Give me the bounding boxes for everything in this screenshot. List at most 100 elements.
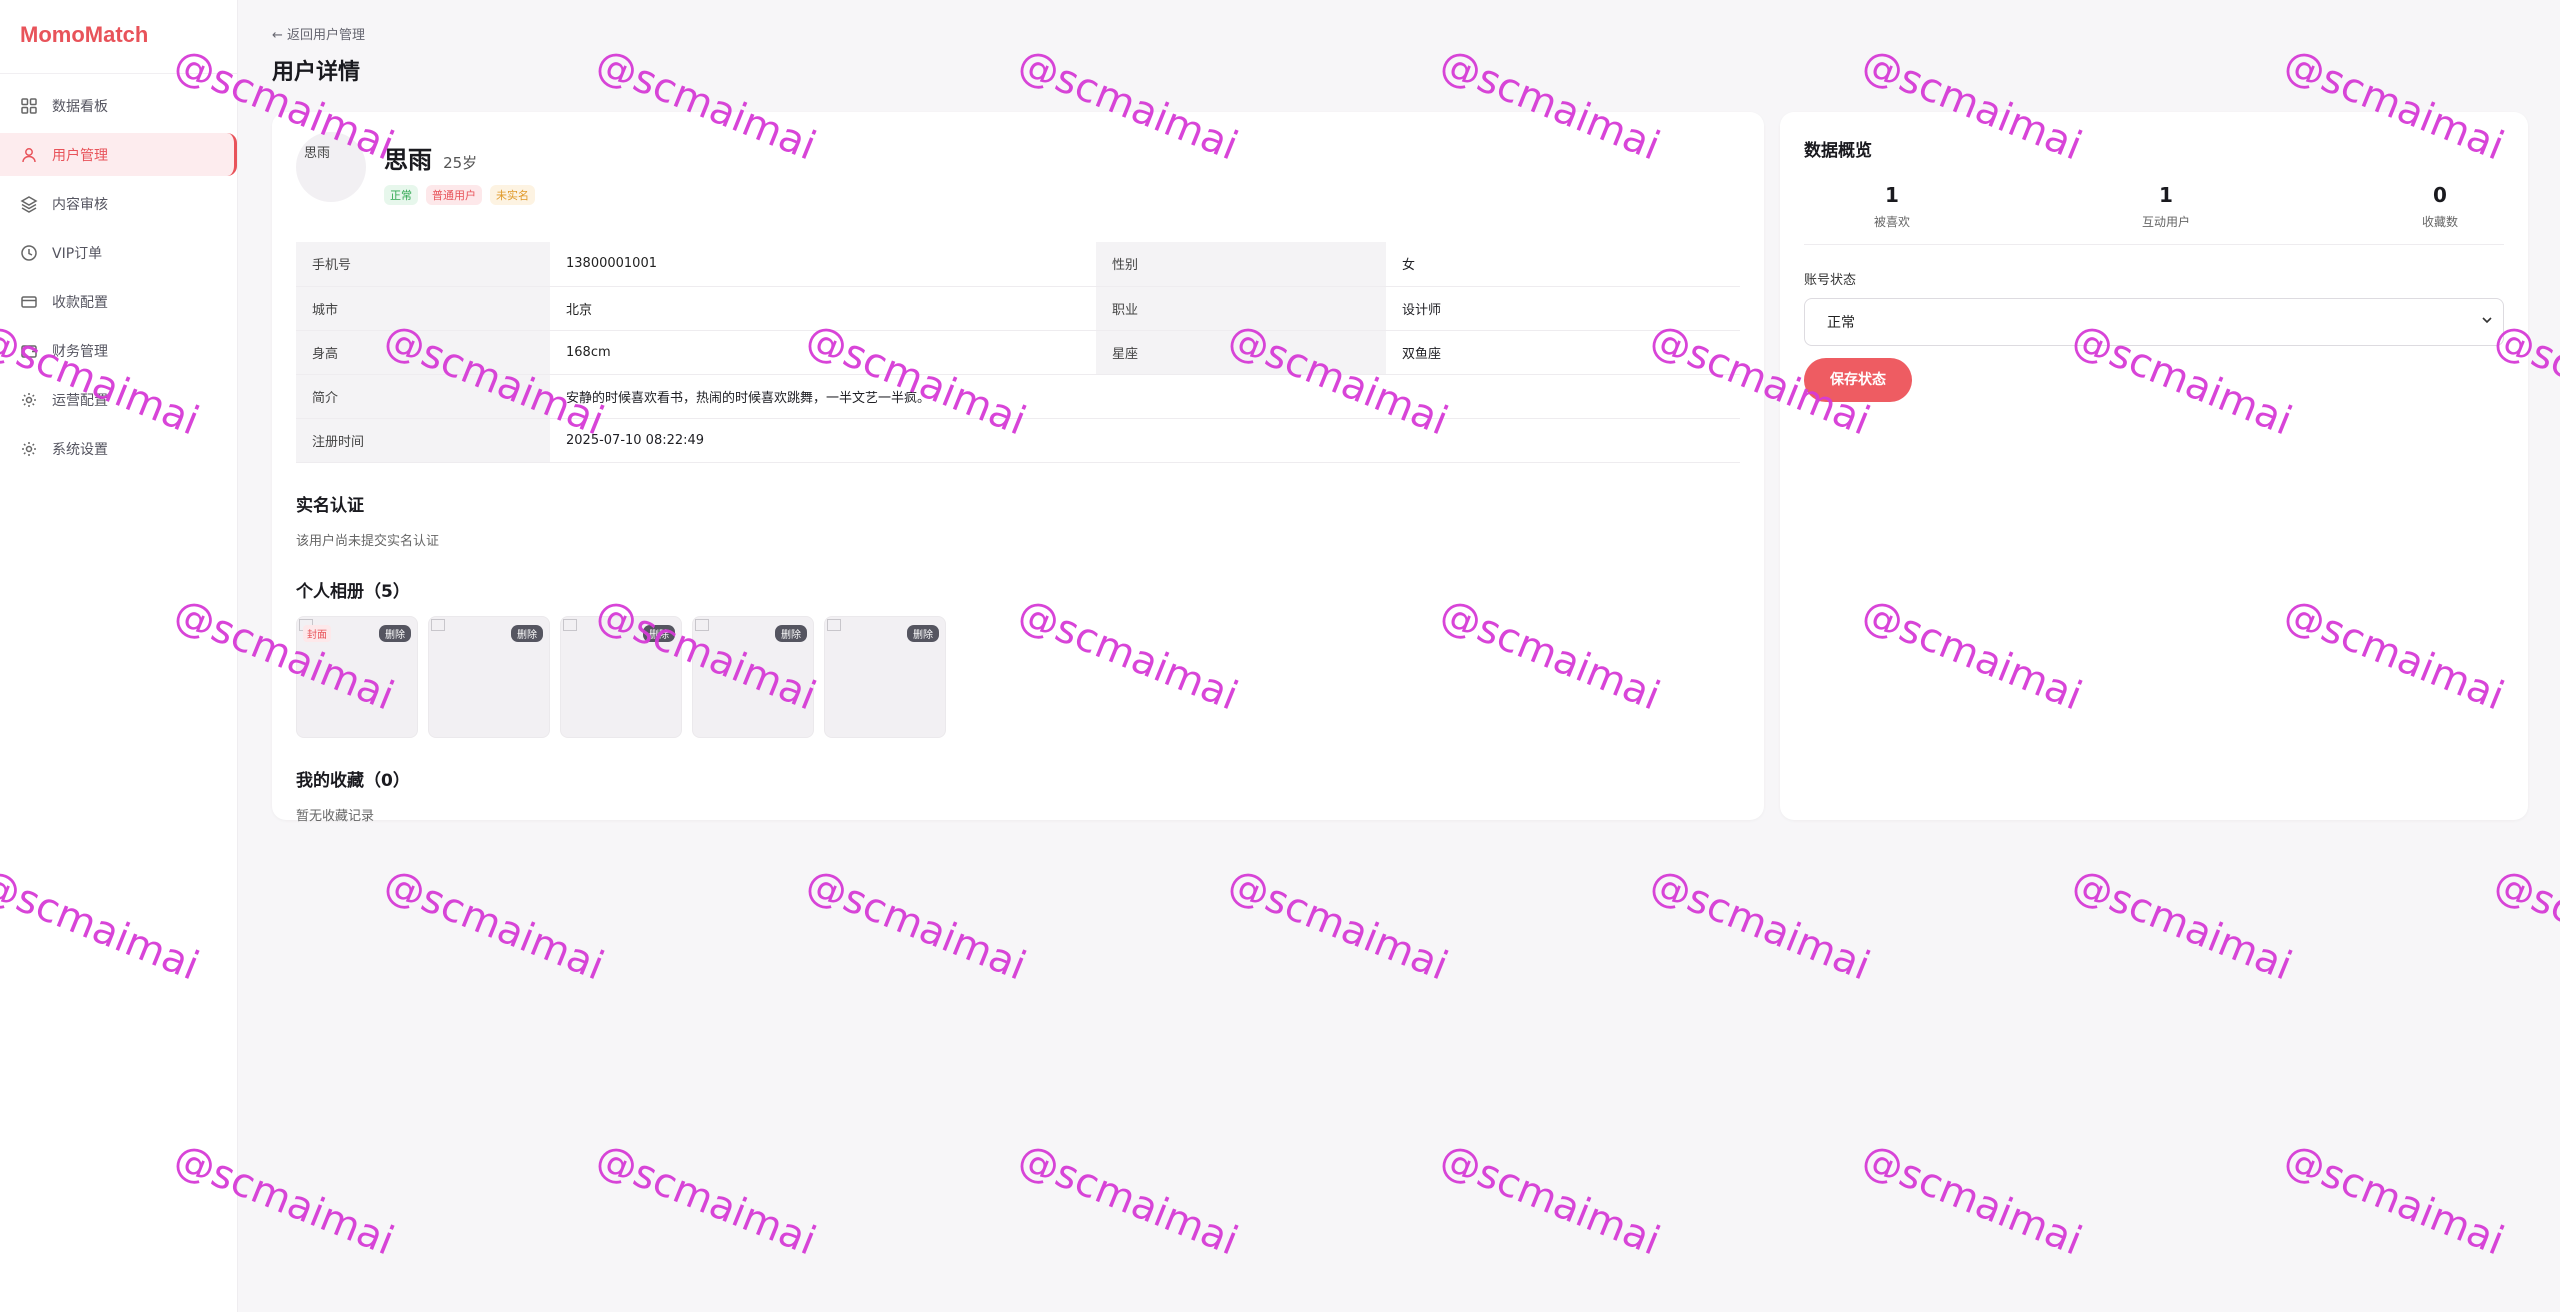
sidebar-item-operations[interactable]: 运营配置 [0,378,237,421]
sidebar: MomoMatch 数据看板 用户管理 内容审核 VIP订单 收款配置 财务管理… [0,0,238,1312]
grid-icon [20,97,38,115]
album-photo[interactable]: 删除 [428,615,550,738]
select-value: 正常 [1827,315,1855,331]
sidebar-nav: 数据看板 用户管理 内容审核 VIP订单 收款配置 财务管理 运营配置 系统设置 [0,74,237,470]
table-row: 城市 北京 职业 设计师 [296,286,1740,331]
stat-label: 互动用户 [2141,215,2190,229]
avatar-alt-text: 思雨 [304,146,331,161]
info-value: 2025-07-10 08:22:49 [550,418,1740,463]
table-row: 身高 168cm 星座 双鱼座 [296,330,1740,375]
table-row: 注册时间 2025-07-10 08:22:49 [296,418,1740,463]
verification-title: 实名认证 [296,495,364,516]
sidebar-item-label: 系统设置 [52,441,108,458]
sidebar-item-label: 运营配置 [52,392,108,409]
delete-photo-button[interactable]: 删除 [643,624,675,642]
clock-icon [20,244,38,262]
table-row: 手机号 13800001001 性别 女 [296,242,1740,287]
sidebar-item-label: 内容审核 [52,196,108,213]
album-photo[interactable]: 封面 删除 [296,615,418,738]
stat-value: 1 [1885,183,1899,207]
sidebar-item-system-settings[interactable]: 系统设置 [0,427,237,470]
broken-image-icon [563,618,577,631]
info-value: 北京 [550,286,1096,331]
sidebar-item-label: 数据看板 [52,98,108,115]
stat-favorites: 0 收藏数 [2422,183,2458,230]
sidebar-item-label: 财务管理 [52,343,108,360]
info-value: 设计师 [1386,286,1740,331]
chevron-down-icon [2481,314,2493,330]
overview-card: 数据概览 1 被喜欢 1 互动用户 0 收藏数 账号状态 正常 保存状态 [1780,112,2528,820]
delete-photo-button[interactable]: 删除 [775,624,807,642]
user-detail-card: 思雨 思雨 25岁 正常 普通用户 未实名 手机号 13800001001 性别… [272,112,1764,824]
page-title: 用户详情 [272,60,361,85]
user-type-badge: 普通用户 [426,185,482,205]
broken-image-icon [695,618,709,631]
stat-interactions: 1 互动用户 [2142,183,2190,230]
info-value: 安静的时候喜欢看书，热闹的时候喜欢跳舞，一半文艺一半疯。 [550,374,1740,419]
info-label: 职业 [1096,286,1386,331]
account-status-label: 账号状态 [1804,273,1857,288]
info-label: 性别 [1096,242,1386,287]
sidebar-item-vip-orders[interactable]: VIP订单 [0,231,237,274]
overview-title: 数据概览 [1804,141,1872,161]
app-logo[interactable]: MomoMatch [0,0,237,74]
broken-image-icon [827,618,841,631]
user-name: 思雨 [384,146,432,174]
album-photo[interactable]: 删除 [692,615,814,738]
sidebar-item-content-review[interactable]: 内容审核 [0,182,237,225]
info-value: 双鱼座 [1386,330,1740,375]
favorites-title: 我的收藏（0） [296,770,410,791]
info-value: 女 [1386,242,1740,287]
sidebar-item-users[interactable]: 用户管理 [0,133,237,176]
info-value: 13800001001 [550,242,1096,287]
info-label: 注册时间 [296,418,550,463]
cover-badge: 封面 [303,624,331,642]
name-block: 思雨 25岁 正常 普通用户 未实名 [384,132,535,205]
info-label: 星座 [1096,330,1386,375]
info-label: 城市 [296,286,550,331]
gear-icon [20,440,38,458]
info-value: 168cm [550,330,1096,375]
table-row: 简介 安静的时候喜欢看书，热闹的时候喜欢跳舞，一半文艺一半疯。 [296,374,1740,419]
delete-photo-button[interactable]: 删除 [379,624,411,642]
status-tags: 正常 普通用户 未实名 [384,185,535,205]
main-content: ← 返回用户管理 用户详情 思雨 思雨 25岁 正常 普通用户 未实名 手机号 … [238,0,2560,1312]
status-badge: 正常 [384,185,418,205]
delete-photo-button[interactable]: 删除 [511,624,543,642]
photo-album: 封面 删除 删除 删除 删除 删除 [296,615,1740,738]
album-photo[interactable]: 删除 [824,615,946,738]
avatar: 思雨 [296,132,366,202]
album-title: 个人相册（5） [296,581,410,602]
info-table: 手机号 13800001001 性别 女 城市 北京 职业 设计师 身高 168… [296,242,1740,463]
info-label: 简介 [296,374,550,419]
verification-badge: 未实名 [490,185,535,205]
favorites-note: 暂无收藏记录 [296,808,375,824]
stat-value: 1 [2159,183,2173,207]
user-age: 25岁 [443,154,478,172]
sidebar-item-finance[interactable]: 财务管理 [0,329,237,372]
delete-photo-button[interactable]: 删除 [907,624,939,642]
stat-liked: 1 被喜欢 [1874,183,1910,230]
sidebar-item-payment-config[interactable]: 收款配置 [0,280,237,323]
gear-icon [20,391,38,409]
card-icon [20,293,38,311]
album-photo[interactable]: 删除 [560,615,682,738]
stat-value: 0 [2433,183,2447,207]
info-label: 身高 [296,330,550,375]
stat-label: 被喜欢 [1874,215,1911,229]
sidebar-item-label: 用户管理 [52,147,108,164]
stat-label: 收藏数 [2421,215,2458,229]
save-status-button[interactable]: 保存状态 [1804,358,1912,402]
sidebar-item-label: 收款配置 [52,294,108,311]
account-status-select[interactable]: 正常 [1804,298,2504,346]
back-link[interactable]: ← 返回用户管理 [272,24,2560,44]
wallet-icon [20,342,38,360]
stats-row: 1 被喜欢 1 互动用户 0 收藏数 [1804,183,2504,245]
info-label: 手机号 [296,242,550,287]
broken-image-icon [431,618,445,631]
layers-icon [20,195,38,213]
sidebar-item-label: VIP订单 [52,245,103,262]
sidebar-item-dashboard[interactable]: 数据看板 [0,84,237,127]
profile-header: 思雨 思雨 25岁 正常 普通用户 未实名 [296,132,1740,232]
verification-note: 该用户尚未提交实名认证 [296,533,440,549]
